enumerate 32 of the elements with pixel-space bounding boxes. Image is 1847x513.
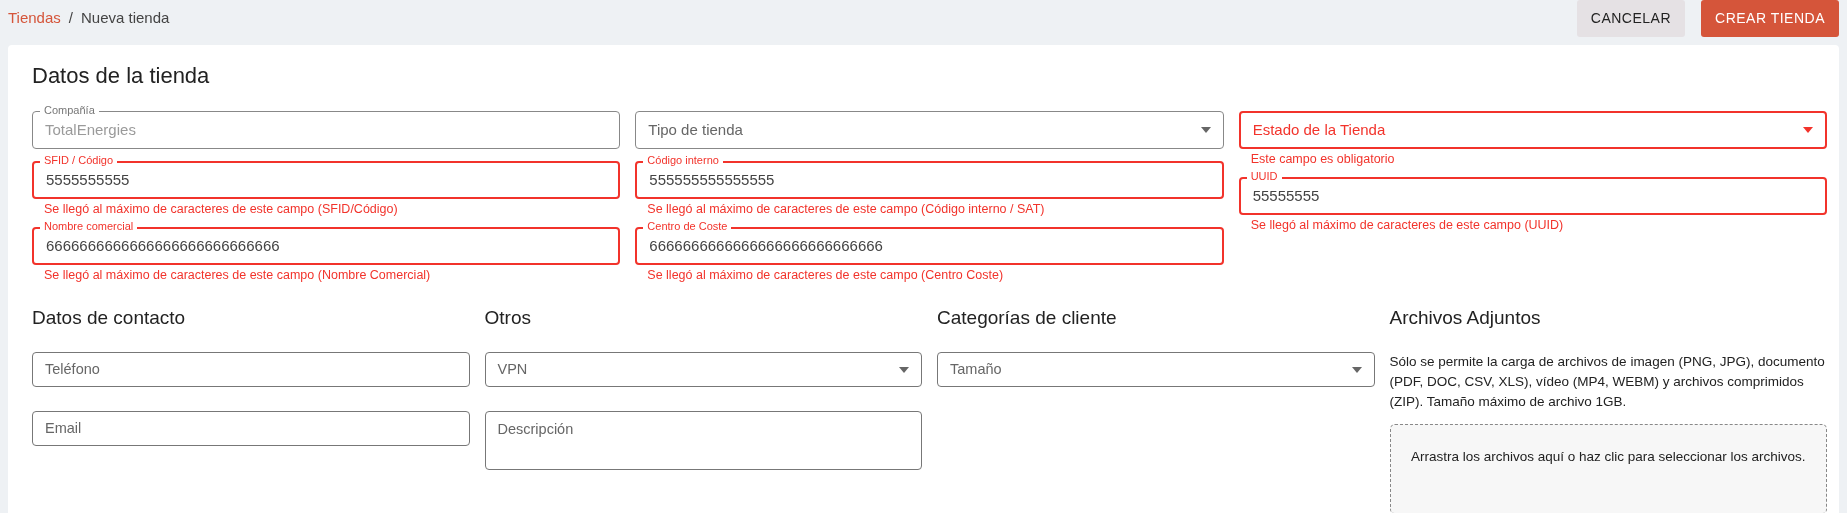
caret-icon bbox=[1803, 127, 1813, 134]
select-field[interactable]: Tamaño bbox=[937, 352, 1375, 388]
text-area[interactable]: Descripción bbox=[484, 411, 922, 471]
error-message: Se llegó al máximo de caracteres de este campo (SFID/Código) bbox=[43, 201, 399, 218]
field-label: SFID / Código bbox=[40, 153, 118, 168]
field-label: Código interno bbox=[643, 153, 723, 168]
file-dropzone[interactable]: Arrastra los archivos aquí o haz clic para seleccionar los archivos. bbox=[1389, 424, 1827, 513]
caret-icon bbox=[1200, 127, 1211, 134]
section-heading: Otros bbox=[484, 307, 532, 331]
select-field[interactable]: Estado de la Tienda bbox=[1238, 111, 1827, 150]
error-message: Este campo es obligatorio bbox=[1249, 151, 1396, 168]
section-heading: Archivos Adjuntos bbox=[1389, 307, 1542, 331]
cancel-button[interactable]: CANCELAR bbox=[1576, 0, 1685, 37]
field-label: Compañía bbox=[40, 103, 99, 118]
error-message: Se llegó al máximo de caracteres de este campo (Nombre Comercial) bbox=[43, 267, 432, 284]
help-text: Sólo se permite la carga de archivos de imagen (PNG, JPG), documento (PDF, DOC, CSV, XLS), vídeo (MP4, WEBM) y archivos comprimidos (ZIP). Tamaño máximo de archivo 1GB. bbox=[1389, 353, 1826, 412]
select-field[interactable]: VPN bbox=[484, 352, 922, 388]
error-message: Se llegó al máximo de caracteres de este campo (Código interno / SAT) bbox=[646, 201, 1046, 218]
breadcrumb-current: Nueva tienda bbox=[81, 8, 170, 29]
input-field[interactable]: Email bbox=[32, 411, 470, 447]
section-title: Datos de la tienda bbox=[32, 63, 211, 90]
section-heading: Categorías de cliente bbox=[937, 307, 1118, 331]
section-heading: Datos de contacto bbox=[32, 307, 187, 331]
error-message: Se llegó al máximo de caracteres de este campo (Centro Coste) bbox=[646, 267, 1005, 284]
input-field[interactable]: Teléfono bbox=[32, 352, 470, 388]
caret-icon bbox=[1351, 366, 1362, 373]
breadcrumb-link[interactable]: Tiendas bbox=[8, 7, 61, 30]
select-field[interactable]: Tipo de tienda bbox=[635, 111, 1224, 150]
create-button[interactable]: CREAR TIENDA bbox=[1701, 0, 1839, 37]
breadcrumb-separator: / bbox=[68, 8, 73, 29]
caret-icon bbox=[899, 366, 909, 373]
error-message: Se llegó al máximo de caracteres de este campo (UUID) bbox=[1249, 217, 1565, 234]
